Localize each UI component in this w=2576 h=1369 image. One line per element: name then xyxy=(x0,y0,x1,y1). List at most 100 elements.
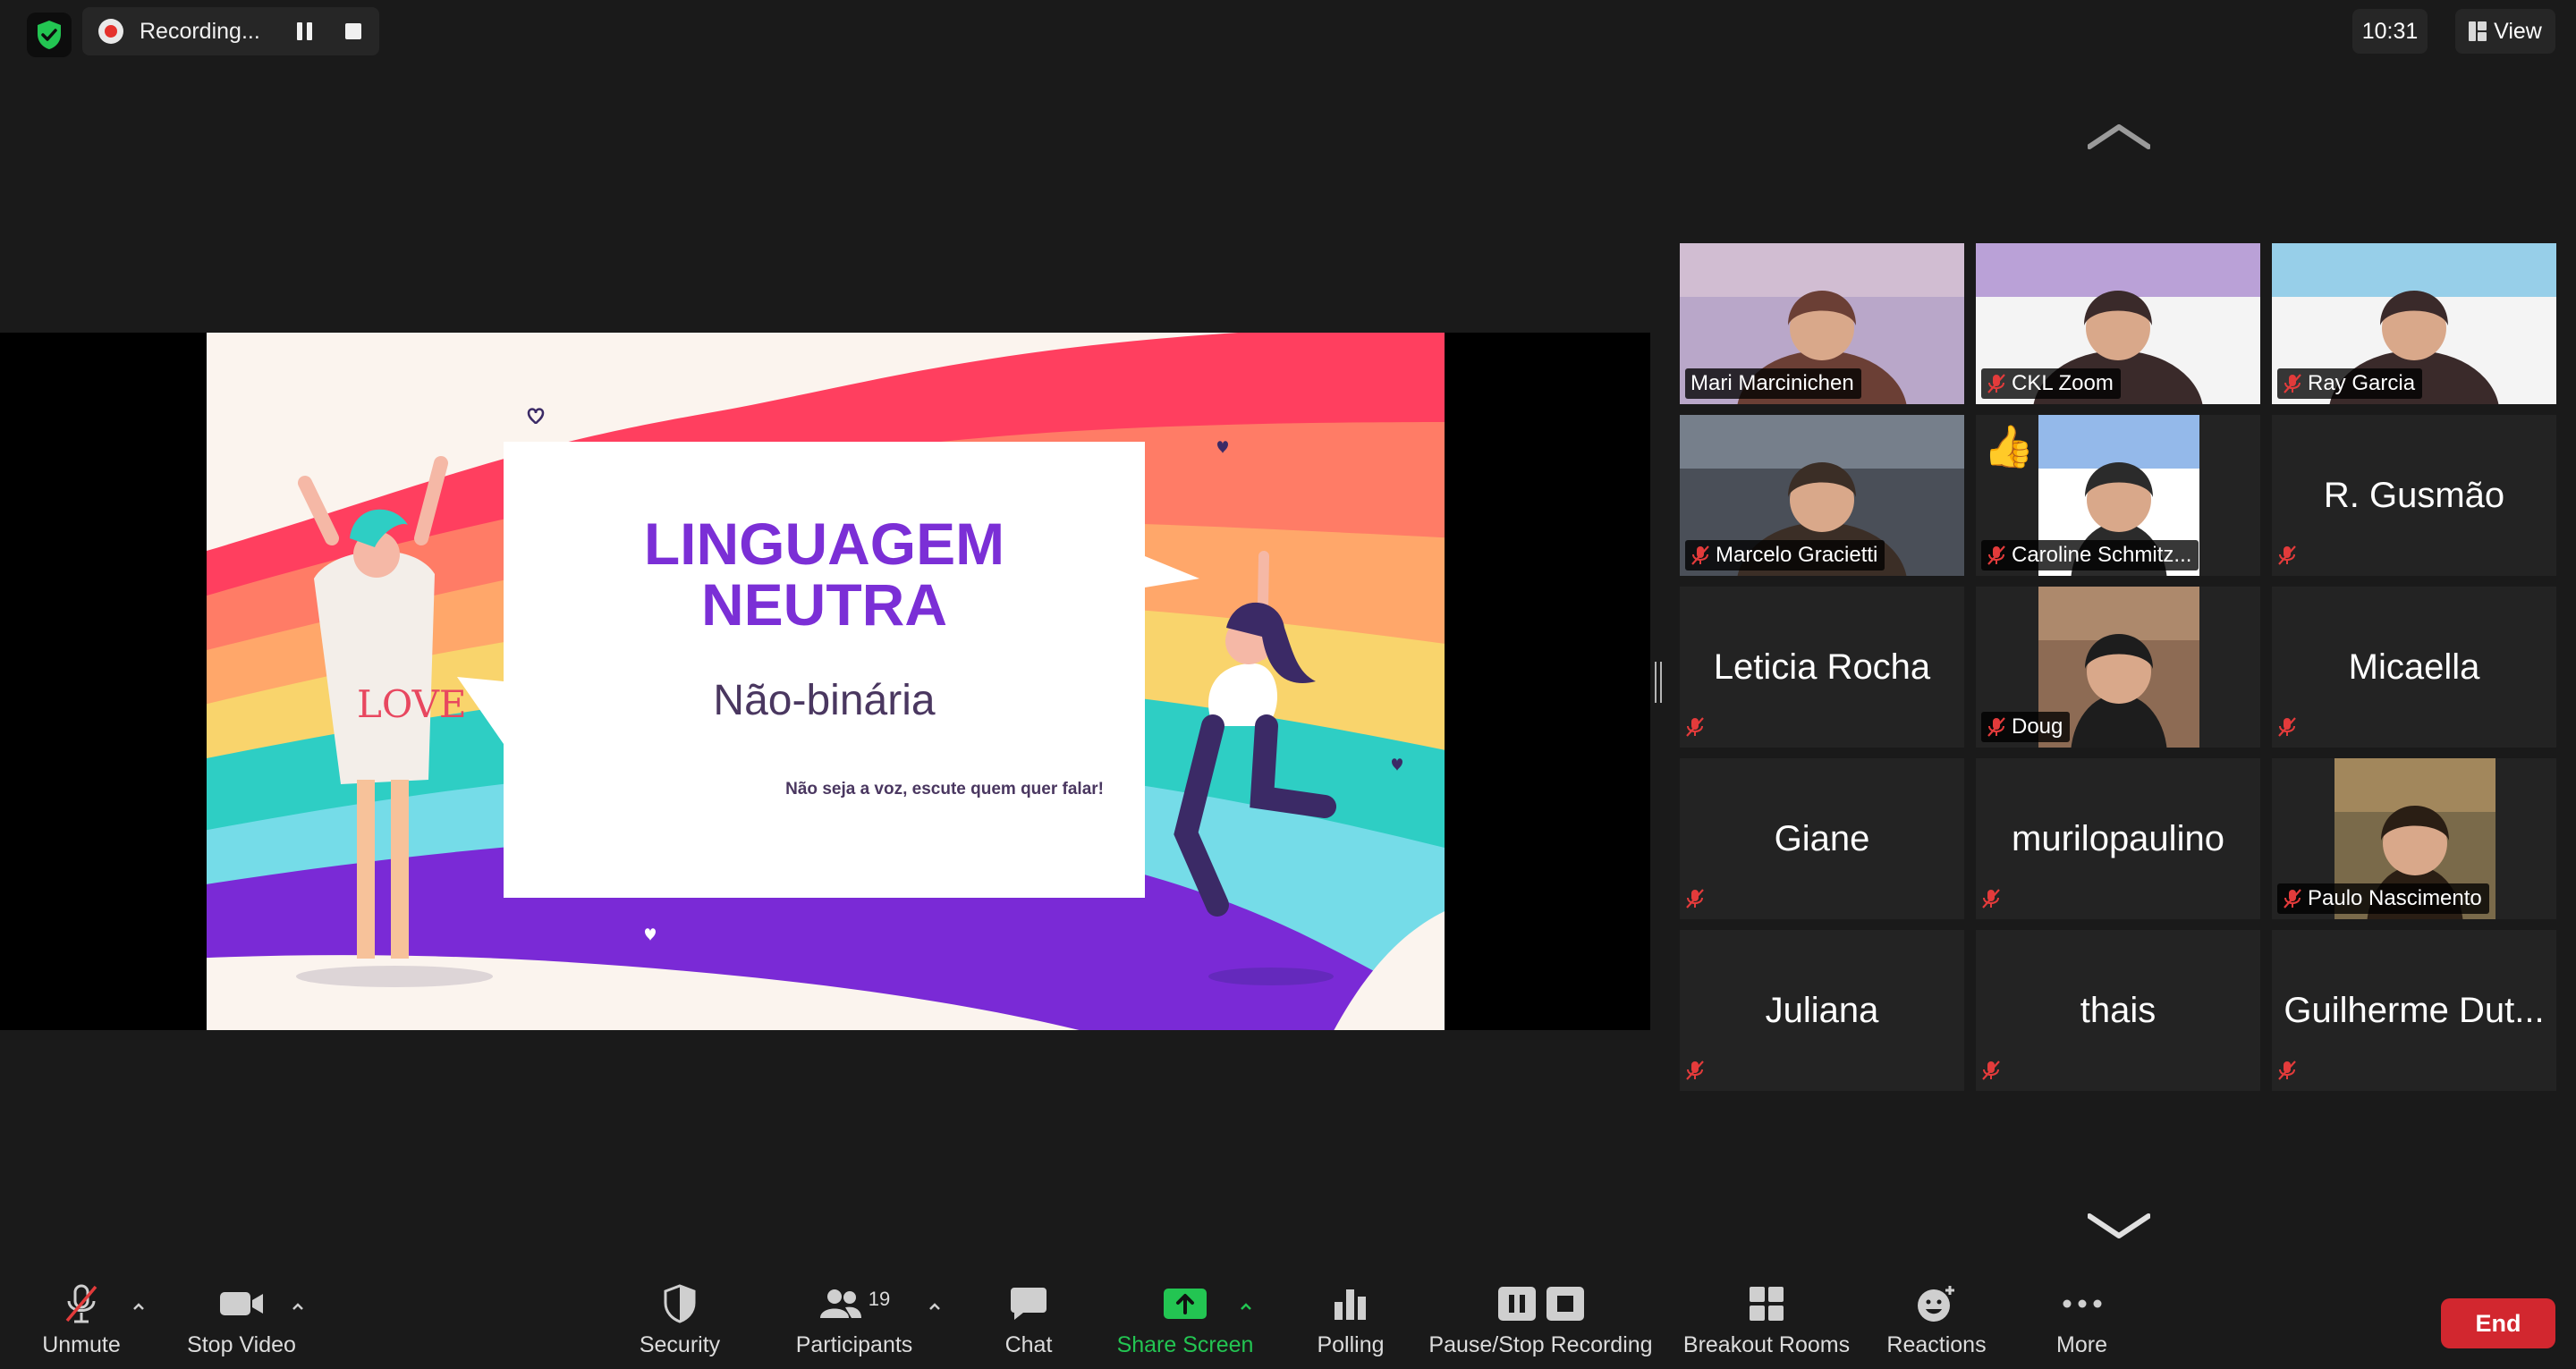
participant-tile[interactable]: Leticia Rocha xyxy=(1680,587,1964,748)
more-label: More xyxy=(2056,1332,2107,1357)
view-button[interactable]: View xyxy=(2455,9,2555,54)
breakout-rooms-button[interactable]: Breakout Rooms xyxy=(1682,1275,1852,1369)
record-icon xyxy=(98,19,123,44)
participant-name-display: Giane xyxy=(1774,818,1870,858)
participant-name: Caroline Schmitz... xyxy=(2012,543,2192,567)
share-options-caret-icon[interactable] xyxy=(1240,1302,1252,1311)
participant-name-label: Doug xyxy=(1981,712,2071,742)
stop-icon xyxy=(1546,1287,1584,1321)
mic-muted-icon xyxy=(2284,374,2301,393)
participant-name-display: thais xyxy=(2080,990,2157,1030)
slide-text-card: LINGUAGEM NEUTRA Não-binária Não seja a … xyxy=(504,442,1145,898)
participants-count: 19 xyxy=(868,1288,891,1310)
participant-name: Paulo Nascimento xyxy=(2308,886,2482,910)
view-label: View xyxy=(2494,18,2542,44)
participant-name: Mari Marcinichen xyxy=(1690,371,1854,395)
shield-icon xyxy=(664,1284,696,1323)
participant-mute-status xyxy=(1685,1055,1705,1086)
participant-mute-status xyxy=(1685,712,1705,742)
mic-muted-icon xyxy=(1987,717,2005,737)
end-meeting-button[interactable]: End xyxy=(2441,1298,2555,1348)
participant-name: CKL Zoom xyxy=(2012,371,2114,395)
gallery-scroll-down-icon[interactable] xyxy=(2088,1213,2150,1239)
meeting-clock: 10:31 xyxy=(2352,9,2428,54)
participant-tile[interactable]: Ray Garcia xyxy=(2272,243,2556,404)
chat-button[interactable]: Chat xyxy=(993,1275,1064,1369)
participant-tile[interactable]: thais xyxy=(1976,930,2260,1091)
reactions-label: Reactions xyxy=(1886,1332,1987,1357)
pause-stop-recording-label: Pause/Stop Recording xyxy=(1428,1332,1653,1357)
participant-mute-status xyxy=(1685,883,1705,914)
participants-label: Participants xyxy=(795,1332,913,1357)
more-button[interactable]: More xyxy=(2039,1275,2124,1369)
security-button[interactable]: Security xyxy=(626,1275,733,1369)
participant-tile[interactable]: Giane xyxy=(1680,758,1964,919)
splitter-handle[interactable] xyxy=(1655,662,1662,703)
gallery-scroll-up-icon[interactable] xyxy=(2088,123,2150,150)
participant-name-display: Guilherme Dut... xyxy=(2284,990,2545,1030)
video-options-caret-icon[interactable] xyxy=(292,1302,304,1311)
meeting-toolbar: Unmute Stop Video Security 19 Participan… xyxy=(0,1275,2576,1369)
participant-mute-status xyxy=(2277,712,2297,742)
participant-tile[interactable]: CKL Zoom xyxy=(1976,243,2260,404)
participant-mute-status xyxy=(1981,883,2001,914)
participant-tile[interactable]: Micaella xyxy=(2272,587,2556,748)
mic-muted-icon xyxy=(1982,1061,2000,1080)
slide-title-line2: NEUTRA xyxy=(701,571,947,638)
participant-name-display: Micaella xyxy=(2348,646,2480,687)
mic-muted-icon xyxy=(2284,889,2301,908)
participant-tile[interactable]: Doug xyxy=(1976,587,2260,748)
stop-video-button[interactable]: Stop Video xyxy=(179,1275,304,1369)
participant-tile[interactable]: Marcelo Gracietti xyxy=(1680,415,1964,576)
recording-label: Recording... xyxy=(140,18,260,44)
participant-name-display: Juliana xyxy=(1765,990,1879,1030)
view-layout-icon xyxy=(2469,21,2487,41)
participant-name: Doug xyxy=(2012,714,2063,739)
participant-name: Marcelo Gracietti xyxy=(1716,543,1878,567)
participant-name-label: Marcelo Gracietti xyxy=(1685,540,1885,570)
poll-bar-chart-icon xyxy=(1335,1289,1366,1320)
participants-button[interactable]: 19 Participants xyxy=(787,1275,921,1369)
participant-mute-status xyxy=(2277,1055,2297,1086)
recording-indicator: Recording... xyxy=(82,7,379,55)
participant-tile[interactable]: R. Gusmão xyxy=(2272,415,2556,576)
participants-icon xyxy=(819,1289,861,1318)
security-shield-badge[interactable] xyxy=(27,13,72,57)
participant-name-display: R. Gusmão xyxy=(2323,475,2505,515)
participant-tile[interactable]: Paulo Nascimento xyxy=(2272,758,2556,919)
participant-tile[interactable]: Mari Marcinichen xyxy=(1680,243,1964,404)
more-dots-icon xyxy=(2063,1299,2101,1308)
participants-options-caret-icon[interactable] xyxy=(928,1302,941,1311)
participant-tile[interactable]: Guilherme Dut... xyxy=(2272,930,2556,1091)
pause-stop-recording-button[interactable]: Pause/Stop Recording xyxy=(1427,1275,1655,1369)
polling-button[interactable]: Polling xyxy=(1301,1275,1400,1369)
mic-muted-icon xyxy=(2278,545,2296,565)
microphone-muted-icon xyxy=(65,1284,97,1323)
mic-muted-icon xyxy=(1982,889,2000,908)
reactions-button[interactable]: Reactions xyxy=(1878,1275,1995,1369)
participant-tile[interactable]: murilopaulino xyxy=(1976,758,2260,919)
participant-name-label: Paulo Nascimento xyxy=(2277,883,2489,914)
participant-tile[interactable]: Juliana xyxy=(1680,930,1964,1091)
pause-icon xyxy=(1497,1287,1536,1321)
participant-mute-status xyxy=(1981,1055,2001,1086)
video-camera-icon xyxy=(220,1292,263,1315)
slide-title: LINGUAGEM NEUTRA xyxy=(504,513,1145,635)
shirt-love-text: LOVE xyxy=(357,682,467,726)
participant-name-display: Leticia Rocha xyxy=(1713,646,1931,687)
thumbs-up-icon: 👍 xyxy=(1983,423,2035,469)
pause-recording-button[interactable] xyxy=(297,22,315,40)
audio-options-caret-icon[interactable] xyxy=(132,1302,145,1311)
presentation-slide: LOVE LINGUAGEM NEUTRA Não-binária Não se… xyxy=(207,333,1445,1030)
unmute-button[interactable]: Unmute xyxy=(32,1275,131,1369)
participant-name-label: Mari Marcinichen xyxy=(1685,368,1861,399)
share-screen-label: Share Screen xyxy=(1116,1332,1254,1357)
participant-name-label: Ray Garcia xyxy=(2277,368,2423,399)
shield-check-icon xyxy=(38,21,61,49)
mic-muted-icon xyxy=(1686,717,1704,737)
share-screen-button[interactable]: Share Screen xyxy=(1114,1275,1257,1369)
participant-tile[interactable]: 👍 Caroline Schmitz... xyxy=(1976,415,2260,576)
stop-recording-button[interactable] xyxy=(345,23,361,39)
participant-name-display: murilopaulino xyxy=(2012,818,2224,858)
shared-screen: LOVE LINGUAGEM NEUTRA Não-binária Não se… xyxy=(0,333,1650,1030)
